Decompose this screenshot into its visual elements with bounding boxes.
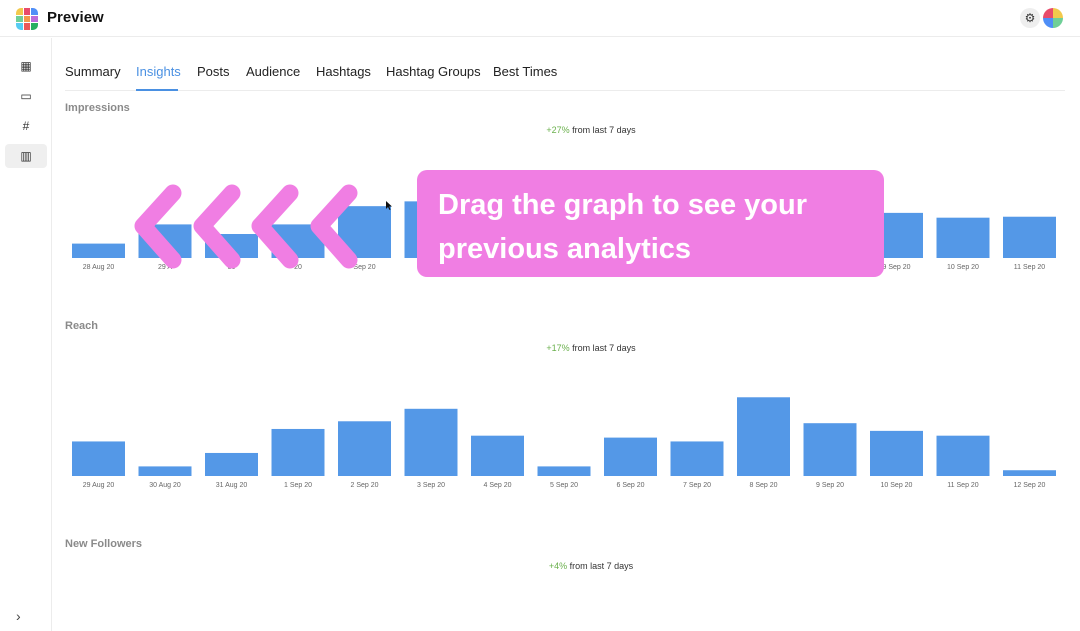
avatar-tile: [1043, 18, 1053, 28]
x-tick-label: 6 Sep 20: [616, 482, 644, 489]
calendar-icon: ▭: [20, 89, 32, 103]
new-followers-change: +4% from last 7 days: [400, 561, 782, 571]
x-tick-label: 9 Sep 20: [882, 264, 910, 271]
chart-bar[interactable]: [72, 441, 125, 476]
chart-bar[interactable]: [338, 421, 391, 476]
avatar[interactable]: [1043, 8, 1063, 28]
chart-bar[interactable]: [471, 435, 524, 476]
chart-bar[interactable]: [537, 466, 591, 476]
x-tick-label: 11 Sep 20: [1014, 264, 1046, 271]
tab-hashtags[interactable]: Hashtags: [316, 64, 371, 79]
x-tick-label: 8 Sep 20: [749, 482, 777, 489]
x-tick-label: 11 Sep 20: [947, 482, 979, 489]
tab-posts[interactable]: Posts: [197, 64, 230, 79]
x-tick-label: 1 Sep 20: [284, 482, 312, 489]
sidebar: ▦ ▭ # ▥ ›: [0, 38, 52, 631]
app-logo: [16, 8, 38, 30]
new-followers-title: New Followers: [65, 538, 143, 550]
x-tick-label: 7 Sep 20: [683, 482, 711, 489]
x-tick-label: 10 Sep 20: [881, 482, 913, 489]
chart-bar[interactable]: [138, 466, 192, 476]
x-tick-label: 12 Sep 20: [1014, 482, 1046, 489]
logo-tile: [31, 8, 38, 15]
sidebar-item-hashtags[interactable]: #: [5, 114, 47, 138]
gear-icon[interactable]: ⚙: [1020, 8, 1040, 28]
x-tick-label: 31 Aug 20: [216, 482, 248, 489]
sidebar-item-grid[interactable]: ▦: [5, 54, 47, 78]
chart-bar[interactable]: [1003, 470, 1056, 476]
reach-chart[interactable]: 29 Aug 20 30 Aug 20 31 Aug 20 1 Sep 20 2 Sep…: [60, 378, 1070, 489]
x-tick-label: 28 Aug 20: [83, 264, 115, 271]
chart-bar[interactable]: [737, 397, 790, 476]
logo-tile: [23, 23, 31, 30]
logo-tile: [31, 23, 38, 30]
x-tick-label: 3 Sep 20: [417, 482, 445, 489]
chart-bar[interactable]: [271, 428, 325, 476]
sidebar-item-analytics[interactable]: ▥: [5, 144, 47, 168]
tab-summary[interactable]: Summary: [65, 64, 121, 79]
app-title: Preview: [47, 9, 104, 26]
sidebar-item-calendar[interactable]: ▭: [5, 84, 47, 108]
chevron-right-icon[interactable]: ›: [16, 608, 21, 624]
logo-tile: [16, 23, 23, 30]
grid-icon: ▦: [20, 59, 32, 73]
impressions-change-text: from last 7 days: [569, 125, 636, 135]
chart-bar[interactable]: [803, 423, 857, 476]
drag-hint-overlay: Drag the graph to see your previous anal…: [417, 170, 884, 277]
chart-bar[interactable]: [870, 430, 923, 476]
reach-change-text: from last 7 days: [569, 343, 636, 353]
x-tick-label: 10 Sep 20: [947, 264, 979, 271]
avatar-tile: [1053, 18, 1063, 28]
bar-chart-icon: ▥: [20, 149, 32, 163]
x-tick-label: 5 Sep 20: [550, 482, 578, 489]
tab-insights[interactable]: Insights: [136, 64, 181, 79]
x-tick-label: 30 Aug 20: [149, 482, 181, 489]
hashtag-icon: #: [22, 119, 30, 133]
impressions-title: Impressions: [65, 102, 130, 114]
mouse-cursor-icon: [386, 201, 392, 210]
tab-hashtag-groups[interactable]: Hashtag Groups: [386, 64, 481, 79]
logo-tile: [23, 15, 31, 23]
drag-left-arrows-icon: [134, 184, 358, 269]
new-followers-change-text: from last 7 days: [567, 561, 634, 571]
drag-hint-line-1: Drag the graph to see your: [438, 189, 808, 221]
tab-bar: Summary Insights Posts Audience Hashtags…: [65, 58, 1065, 91]
x-tick-label: 29 Aug 20: [83, 482, 115, 489]
active-tab-indicator: [136, 89, 178, 91]
x-tick-label: 2 Sep 20: [350, 482, 378, 489]
drag-hint-line-2: previous analytics: [438, 233, 692, 265]
tab-audience[interactable]: Audience: [246, 64, 300, 79]
chart-bar[interactable]: [1003, 216, 1056, 258]
impressions-change-pct: +27%: [546, 125, 570, 135]
logo-tile: [16, 8, 23, 15]
new-followers-change-pct: +4%: [548, 561, 568, 571]
reach-change-pct: +17%: [546, 343, 570, 353]
chart-bar[interactable]: [670, 441, 724, 476]
avatar-tile: [1053, 8, 1063, 18]
chart-bar[interactable]: [205, 452, 258, 476]
chart-bar[interactable]: [404, 408, 458, 476]
reach-title: Reach: [65, 320, 99, 332]
reach-change: +17% from last 7 days: [400, 343, 782, 353]
chart-bar[interactable]: [936, 217, 990, 258]
logo-tile: [31, 15, 38, 23]
impressions-change: +27% from last 7 days: [400, 125, 782, 135]
logo-tile: [23, 8, 31, 15]
chart-bar[interactable]: [604, 437, 657, 476]
avatar-tile: [1043, 8, 1053, 18]
x-tick-label: 4 Sep 20: [483, 482, 511, 489]
top-bar: Preview ⚙: [0, 0, 1080, 37]
x-tick-label: 9 Sep 20: [816, 482, 844, 489]
tab-best-times[interactable]: Best Times: [493, 64, 557, 79]
logo-tile: [16, 15, 23, 23]
chart-bar[interactable]: [72, 243, 125, 258]
chart-bar[interactable]: [936, 435, 990, 476]
